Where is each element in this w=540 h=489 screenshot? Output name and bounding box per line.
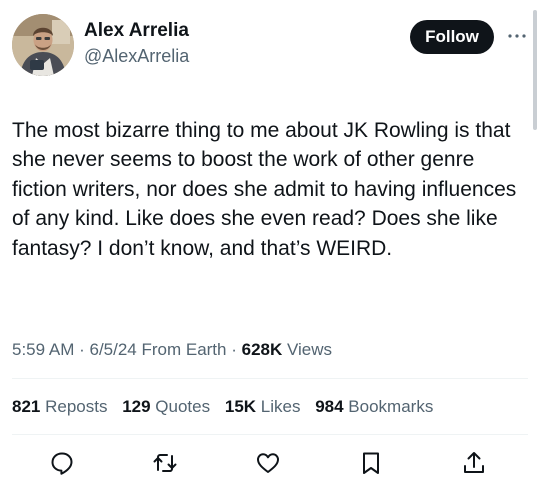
views-label: Views [282, 340, 333, 359]
bookmark-button[interactable] [357, 449, 385, 477]
tweet-source: From Earth [136, 340, 227, 359]
tweet-time[interactable]: 5:59 AM [12, 340, 74, 359]
tweet-header: Alex Arrelia @AlexArrelia Follow [12, 14, 528, 80]
quotes-count: 129 [122, 397, 151, 416]
divider [12, 434, 528, 435]
likes-label: Likes [256, 397, 301, 416]
repost-icon [153, 454, 177, 472]
bookmark-icon [363, 452, 379, 474]
reposts-stat[interactable]: 821 Reposts [12, 397, 107, 416]
tweet-detail: Alex Arrelia @AlexArrelia Follow The mos… [0, 0, 540, 489]
follow-button[interactable]: Follow [410, 20, 494, 54]
meta-separator: · [226, 340, 242, 359]
tweet-text: The most bizarre thing to me about JK Ro… [12, 119, 517, 260]
likes-count: 15K [224, 397, 257, 416]
quotes-stat[interactable]: 129 Quotes [122, 397, 210, 416]
heart-icon [257, 453, 279, 473]
reply-button[interactable] [48, 449, 76, 477]
avatar[interactable] [12, 14, 74, 76]
reposts-count: 821 [12, 397, 41, 416]
share-icon [464, 452, 484, 473]
tweet-date[interactable]: 6/5/24 [89, 340, 136, 359]
author-handle[interactable]: @AlexArrelia [84, 44, 189, 68]
author-names: Alex Arrelia @AlexArrelia [84, 19, 189, 68]
scrollbar[interactable] [533, 10, 537, 130]
share-button[interactable] [460, 449, 488, 477]
author-display-name[interactable]: Alex Arrelia [84, 19, 189, 43]
more-horizontal-icon[interactable] [506, 25, 528, 47]
action-bar [0, 449, 540, 479]
bookmarks-stat[interactable]: 984 Bookmarks [315, 397, 433, 416]
meta-separator: · [74, 340, 90, 359]
bookmarks-count: 984 [315, 397, 344, 416]
avatar-photo [12, 14, 74, 76]
reposts-label: Reposts [40, 397, 108, 416]
bookmarks-label: Bookmarks [343, 397, 434, 416]
divider [12, 378, 528, 379]
quotes-label: Quotes [150, 397, 211, 416]
views-count: 628K [241, 340, 283, 359]
engagement-stats: 821 Reposts 129 Quotes 15K Likes 984 Boo… [12, 396, 443, 418]
tweet-meta: 5:59 AM · 6/5/24 From Earth · 628K Views [12, 339, 332, 361]
reply-icon [51, 452, 73, 475]
repost-button[interactable] [151, 449, 179, 477]
likes-stat[interactable]: 15K Likes [225, 397, 301, 416]
like-button[interactable] [254, 449, 282, 477]
